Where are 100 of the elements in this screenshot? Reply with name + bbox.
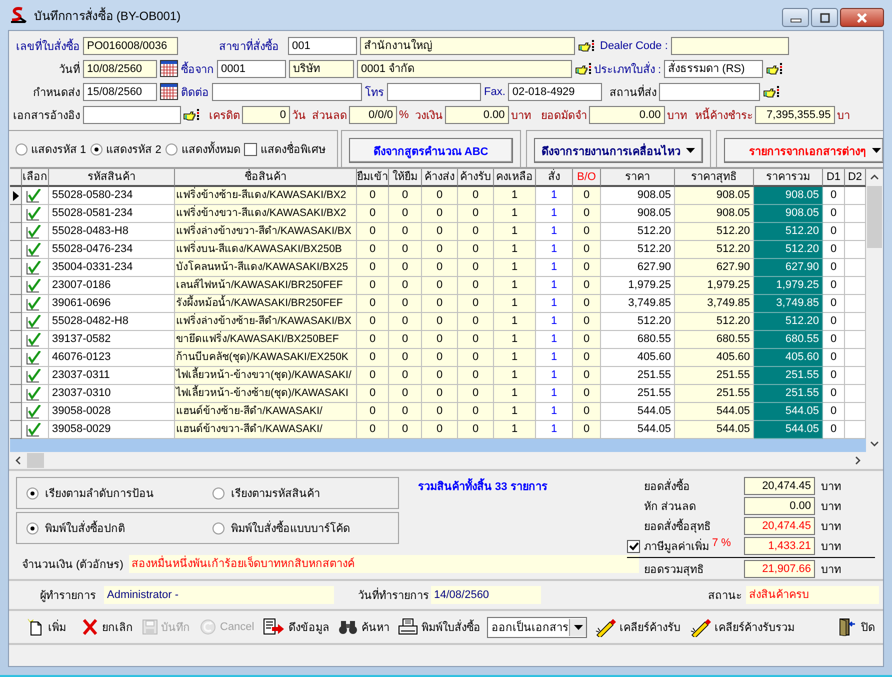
column-header[interactable]: D2 bbox=[845, 169, 866, 187]
field-label: ภาษีมูลค่าเพิ่ม bbox=[644, 537, 709, 555]
close-button[interactable] bbox=[840, 8, 884, 27]
table-cell: 544.05 bbox=[601, 403, 675, 421]
calendar-icon[interactable] bbox=[160, 83, 178, 100]
column-header[interactable]: ให้ยืม bbox=[389, 169, 422, 187]
table-cell: 0 bbox=[389, 331, 422, 349]
input-field[interactable]: 0.00 bbox=[588, 106, 665, 124]
column-header[interactable]: คงเหลือ bbox=[494, 169, 536, 187]
import-button[interactable]: ดึงจากสูตรคำนวณ ABC bbox=[349, 138, 513, 163]
checkbox[interactable] bbox=[26, 188, 42, 202]
column-header[interactable]: B/O bbox=[573, 169, 601, 187]
column-header[interactable]: ค้างส่ง bbox=[422, 169, 458, 187]
column-header[interactable]: เลือก bbox=[22, 169, 49, 187]
table-cell: 405.60 bbox=[754, 349, 823, 367]
radio-button[interactable] bbox=[26, 522, 39, 534]
maximize-button[interactable] bbox=[811, 8, 838, 27]
column-header[interactable]: ค้างรับ bbox=[458, 169, 494, 187]
clear-button[interactable]: เคลียร์ค้างรับ bbox=[592, 615, 682, 639]
checkbox[interactable] bbox=[26, 296, 42, 310]
pointing-hand-icon[interactable] bbox=[575, 62, 591, 74]
column-header[interactable]: D1 bbox=[823, 169, 845, 187]
input-field[interactable]: 0/0/0 bbox=[349, 106, 397, 124]
pointing-hand-icon[interactable] bbox=[766, 62, 782, 74]
output-dropdown[interactable]: ออกเป็นเอกสาร bbox=[487, 616, 588, 638]
scroll-thumb[interactable] bbox=[867, 186, 882, 248]
field-label: ยอดสั่งซื้อ bbox=[644, 477, 690, 495]
cancel-button[interactable]: ยกเลิก bbox=[79, 616, 135, 638]
input-field[interactable]: 001 bbox=[288, 36, 357, 54]
checkbox[interactable] bbox=[26, 404, 42, 418]
column-header[interactable]: สั่ง bbox=[536, 169, 573, 187]
input-field[interactable]: สั่งธรรมดา (RS) bbox=[664, 60, 764, 78]
checkbox[interactable] bbox=[26, 224, 42, 238]
column-header[interactable]: ราคา bbox=[601, 169, 675, 187]
table-cell: 0 bbox=[357, 331, 389, 349]
checkbox[interactable] bbox=[26, 332, 42, 346]
table-cell: แฮนด์ข้างขวา-สีดำ/KAWASAKI/ bbox=[175, 421, 357, 439]
checkbox[interactable] bbox=[26, 206, 42, 220]
radio-button[interactable] bbox=[212, 522, 225, 534]
checkbox[interactable] bbox=[26, 386, 42, 400]
checkbox[interactable] bbox=[26, 260, 42, 274]
column-header[interactable]: ยืมเข้า bbox=[357, 169, 389, 187]
checkbox[interactable] bbox=[627, 540, 640, 552]
input-field[interactable] bbox=[387, 82, 481, 100]
input-field[interactable]: 02-018-4929 bbox=[508, 82, 602, 100]
input-field[interactable] bbox=[83, 106, 181, 124]
table-cell: 0 bbox=[389, 295, 422, 313]
table-cell: 0 bbox=[422, 205, 458, 223]
input-field[interactable]: 10/08/2560 bbox=[83, 60, 157, 78]
table-cell: 1 bbox=[494, 331, 536, 349]
input-field[interactable] bbox=[670, 36, 789, 54]
checkbox[interactable] bbox=[26, 242, 42, 256]
table-cell: 908.05 bbox=[601, 187, 675, 205]
print-button[interactable]: พิมพ์ใบสั่งซื้อ bbox=[396, 616, 482, 638]
radio-button[interactable] bbox=[90, 142, 104, 156]
row-header[interactable] bbox=[10, 187, 22, 205]
calendar-icon[interactable] bbox=[160, 60, 178, 77]
column-header[interactable]: ราคารวม bbox=[754, 169, 823, 187]
radio-button[interactable] bbox=[165, 142, 178, 156]
input-field[interactable] bbox=[659, 82, 760, 100]
clear-all-button[interactable]: เคลียร์ค้างรับรวม bbox=[687, 615, 796, 639]
radio-button[interactable] bbox=[15, 142, 28, 156]
table-cell: 0 bbox=[458, 223, 494, 241]
add-button[interactable]: เพิ่ม bbox=[23, 616, 68, 638]
input-field[interactable]: 15/08/2560 bbox=[83, 82, 157, 100]
pointing-hand-icon[interactable] bbox=[578, 40, 594, 52]
input-field[interactable] bbox=[212, 82, 362, 100]
pointing-hand-icon[interactable] bbox=[763, 86, 780, 98]
input-field[interactable]: 0.00 bbox=[444, 106, 509, 124]
chevron-down-icon[interactable] bbox=[870, 440, 879, 446]
checkbox[interactable] bbox=[26, 278, 42, 292]
input-field[interactable]: บริษัท bbox=[289, 60, 354, 78]
chevron-right-icon[interactable] bbox=[854, 456, 860, 465]
table-cell: 512.20 bbox=[675, 241, 754, 259]
close-button[interactable]: ปิด bbox=[836, 616, 877, 638]
input-field[interactable]: 0001 จำกัด bbox=[357, 60, 572, 78]
search-button[interactable]: ค้นหา bbox=[336, 616, 392, 638]
checkbox[interactable] bbox=[26, 314, 42, 328]
input-field[interactable]: 7,395,355.95 bbox=[754, 106, 835, 124]
table-cell: 55028-0483-H8 bbox=[49, 223, 175, 241]
table-cell: 1 bbox=[494, 385, 536, 403]
load-data-button[interactable]: ดึงข้อมูล bbox=[261, 616, 332, 638]
import-button[interactable]: รายการจากเอกสารต่างๆ bbox=[724, 138, 883, 163]
column-header[interactable]: ชื่อสินค้า bbox=[175, 169, 357, 187]
checkbox[interactable] bbox=[26, 368, 42, 382]
checkbox[interactable] bbox=[26, 350, 42, 364]
column-header[interactable]: รหัสสินค้า bbox=[49, 169, 175, 187]
checkbox[interactable] bbox=[244, 142, 258, 156]
input-field[interactable]: สำนักงานใหญ่ bbox=[360, 36, 575, 54]
import-button[interactable]: ดึงจากรายงานการเคลื่อนไหว bbox=[534, 138, 704, 163]
checkbox[interactable] bbox=[26, 422, 42, 436]
radio-button[interactable] bbox=[212, 486, 225, 500]
input-field[interactable]: PO016008/0036 bbox=[83, 36, 178, 54]
input-field[interactable]: 0 bbox=[242, 106, 290, 124]
scroll-thumb[interactable] bbox=[27, 453, 44, 468]
column-header[interactable]: ราคาสุทธิ bbox=[675, 169, 754, 187]
pointing-hand-icon[interactable] bbox=[183, 108, 199, 120]
radio-button[interactable] bbox=[26, 486, 39, 500]
input-field[interactable]: 0001 bbox=[217, 60, 286, 78]
minimize-button[interactable] bbox=[782, 8, 809, 27]
